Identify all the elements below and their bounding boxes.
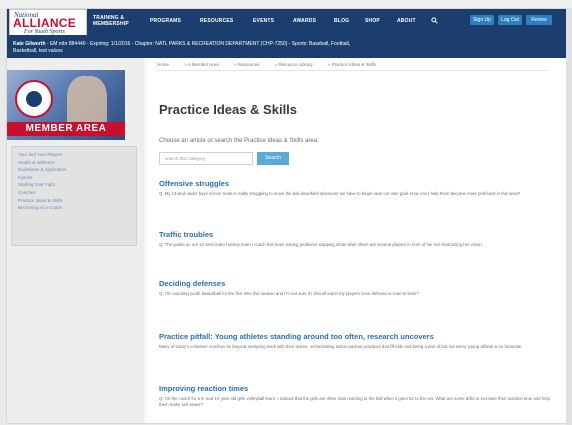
article-excerpt: Q: I'm coaching youth basketball for the… [159, 291, 419, 296]
nav-blog[interactable]: BLOG [334, 18, 349, 24]
article-item: Deciding defenses Q: I'm coaching youth … [159, 279, 554, 297]
sidebar-item-practice-ideas[interactable]: Practice Ideas & Skills [18, 197, 136, 205]
article-title-link[interactable]: Practice pitfall: Young athletes standin… [159, 332, 554, 341]
nav-programs[interactable]: PROGRAMS [150, 18, 181, 24]
sidebar: MEMBER AREA Your and Your Players Health… [7, 58, 144, 423]
article-title-link[interactable]: Improving reaction times [159, 384, 554, 393]
search-button[interactable]: Search [257, 152, 289, 165]
nav-resources[interactable]: RESOURCES [200, 18, 233, 24]
member-info-bar: Kate Gilworth - EM mbr 884440 - Expiring… [7, 35, 567, 58]
renew-button[interactable]: Renew [526, 15, 552, 25]
member-area-image: MEMBER AREA [7, 70, 125, 140]
article-item: Practice pitfall: Young athletes standin… [159, 332, 554, 350]
breadcrumb-member-area[interactable]: » A Member Area [184, 62, 219, 67]
sidebar-item-coaches[interactable]: Coaches [18, 189, 136, 197]
web-page: National ALLIANCE For Youth Sports TRAIN… [6, 8, 568, 424]
member-name: Kate Gilworth [13, 41, 46, 47]
article-item: Traffic troubles Q: The goalie on our 12… [159, 230, 554, 248]
search-input[interactable]: search this category [159, 152, 253, 165]
nav-about[interactable]: ABOUT [397, 18, 416, 24]
page-title: Practice Ideas & Skills [159, 102, 298, 117]
article-title-link[interactable]: Offensive struggles [159, 179, 554, 188]
log-out-button[interactable]: Log Out [498, 15, 522, 25]
sidebar-item-starting-your-fight[interactable]: Starting Your Fight [18, 181, 136, 189]
breadcrumb-resource-library[interactable]: » Resource Library [275, 62, 313, 67]
article-excerpt: Q: My 13-and-under boys soccer team is r… [159, 191, 521, 196]
sidebar-link-list: Your and Your Players Health & Wellness … [11, 146, 137, 246]
sidebar-item-health-wellness[interactable]: Health & Wellness [18, 159, 136, 167]
breadcrumb-current: » Practice Ideas & Skills [327, 62, 377, 67]
nav-shop[interactable]: SHOP [365, 18, 380, 24]
member-details: - EM mbr 884440 - Expiring: 1/1/2016 - C… [45, 41, 351, 47]
nav-awards[interactable]: AWARDS [293, 18, 316, 24]
nav-events[interactable]: EVENTS [253, 18, 274, 24]
article-title-link[interactable]: Deciding defenses [159, 279, 554, 288]
intro-text: Choose an article or search the Practice… [159, 138, 319, 144]
article-excerpt: Q: I'm the coach for a 9- and 10-year-ol… [159, 396, 550, 408]
article-item: Offensive struggles Q: My 13-and-under b… [159, 179, 554, 197]
breadcrumb-home[interactable]: Home [157, 62, 169, 67]
article-excerpt: Q: The goalie on our 12-and-under hockey… [159, 242, 483, 247]
article-excerpt: Many of today's volunteer coaches do bey… [159, 344, 523, 349]
sidebar-item-becoming-a-coach[interactable]: Becoming as a Coach [18, 204, 136, 212]
member-area-banner: MEMBER AREA [7, 122, 125, 136]
nav-training-membership[interactable]: TRAINING & MEMBERSHIP [93, 15, 129, 27]
breadcrumb: Home » A Member Area » Resources » Resou… [157, 60, 547, 71]
sidebar-item-guidelines[interactable]: Guidelines & Application [18, 166, 136, 174]
browser-top-strip [0, 0, 572, 8]
article-item: Improving reaction times Q: I'm the coac… [159, 384, 554, 408]
sign-up-button[interactable]: Sign Up [470, 15, 494, 25]
main-content: Home » A Member Area » Resources » Resou… [147, 58, 567, 423]
member-details-line2: Basketball, test values [13, 48, 63, 54]
nav-membership-label: MEMBERSHIP [93, 21, 129, 27]
alliance-seal-icon [15, 80, 53, 118]
search-icon[interactable] [431, 17, 438, 24]
top-navigation-bar: National ALLIANCE For Youth Sports TRAIN… [7, 9, 567, 39]
article-title-link[interactable]: Traffic troubles [159, 230, 554, 239]
logo-line-2: ALLIANCE [13, 16, 77, 30]
sidebar-item-injuries[interactable]: Injuries [18, 174, 136, 182]
breadcrumb-resources[interactable]: » Resources [234, 62, 259, 67]
page-edge [566, 8, 572, 425]
athlete-photo [67, 76, 107, 126]
sidebar-item-you-and-your-players[interactable]: Your and Your Players [18, 151, 136, 159]
